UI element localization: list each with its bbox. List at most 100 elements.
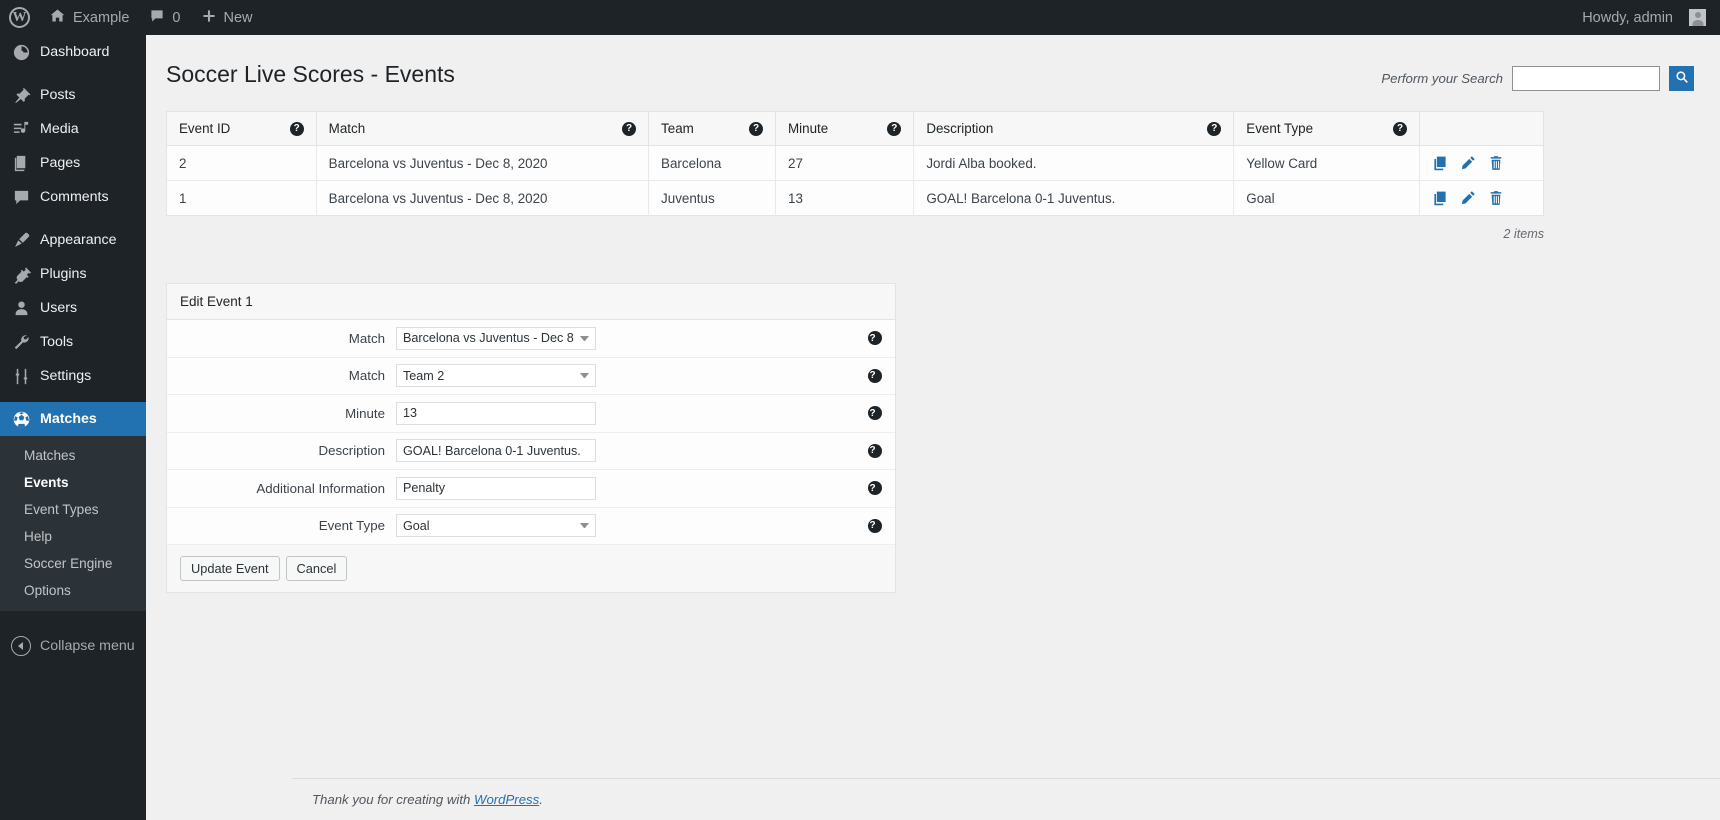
wordpress-logo-menu[interactable]: W: [0, 0, 39, 35]
collapse-menu-button[interactable]: Collapse menu: [0, 629, 146, 663]
cell-team: Juventus: [648, 180, 776, 216]
field-label: Additional Information: [256, 480, 385, 496]
form-row-event-type: Event Type Goal ?: [167, 508, 895, 545]
field-label: Description: [318, 443, 385, 459]
avatar: [1689, 9, 1706, 26]
delete-icon[interactable]: [1488, 190, 1504, 206]
footer-thankyou: Thank you for creating with WordPress.: [312, 792, 543, 807]
edit-icon[interactable]: [1460, 190, 1476, 206]
sidebar-item-plugins[interactable]: Plugins: [0, 257, 146, 291]
new-content-menu[interactable]: New: [191, 0, 263, 35]
table-header-row: Event ID ? Match ? Team ? Minute ? Descr…: [166, 111, 1544, 146]
submenu-item-options[interactable]: Options: [0, 577, 146, 604]
duplicate-icon[interactable]: [1432, 190, 1448, 206]
column-event-type[interactable]: Event Type ?: [1233, 111, 1421, 146]
column-label: Match: [328, 121, 366, 136]
field-label: Minute: [345, 405, 385, 421]
select-value: Goal: [403, 518, 430, 533]
help-icon[interactable]: ?: [868, 406, 882, 421]
field-label: Match: [348, 330, 385, 346]
team-select[interactable]: Team 2: [396, 364, 596, 388]
column-description[interactable]: Description ?: [913, 111, 1235, 146]
sidebar-item-tools[interactable]: Tools: [0, 325, 146, 359]
menu-separator: [0, 214, 146, 223]
help-icon[interactable]: ?: [622, 121, 637, 136]
admin-bar: W Example 0 New Howdy, admin: [0, 0, 1720, 35]
sidebar-item-label: Comments: [40, 189, 109, 205]
cell-match: Barcelona vs Juventus - Dec 8, 2020: [316, 180, 650, 216]
new-label: New: [223, 9, 253, 26]
help-icon[interactable]: ?: [887, 121, 902, 136]
chevron-down-icon: [580, 523, 589, 529]
help-icon[interactable]: ?: [749, 121, 763, 136]
help-icon[interactable]: ?: [868, 368, 882, 383]
site-name-menu[interactable]: Example: [39, 0, 139, 35]
main-content: Soccer Live Scores - Events Perform your…: [146, 35, 1720, 820]
sidebar-item-label: Appearance: [40, 232, 117, 248]
submenu-item-help[interactable]: Help: [0, 523, 146, 550]
help-icon[interactable]: ?: [868, 481, 882, 496]
admin-footer: Thank you for creating with WordPress. V…: [292, 778, 1720, 820]
column-label: Event ID: [179, 121, 231, 136]
cell-event-type: Yellow Card: [1233, 145, 1421, 181]
dashboard-icon: [11, 42, 31, 62]
sidebar-item-matches[interactable]: Matches: [0, 402, 146, 436]
edit-icon[interactable]: [1460, 155, 1476, 171]
help-icon[interactable]: ?: [868, 443, 882, 458]
duplicate-icon[interactable]: [1432, 155, 1448, 171]
help-icon[interactable]: ?: [868, 518, 882, 533]
pin-icon: [11, 85, 31, 105]
wordpress-logo-icon: W: [9, 7, 30, 28]
additional-information-input[interactable]: [396, 476, 596, 500]
column-actions: [1419, 111, 1544, 146]
wordpress-link[interactable]: WordPress: [474, 792, 539, 807]
sidebar-item-media[interactable]: Media: [0, 112, 146, 146]
form-row-match-2: Match Team 2 ?: [167, 358, 895, 395]
search-form: Perform your Search: [1381, 57, 1694, 91]
home-icon: [49, 7, 66, 28]
sidebar-item-comments[interactable]: Comments: [0, 180, 146, 214]
sidebar-item-label: Settings: [40, 368, 92, 384]
cancel-button[interactable]: Cancel: [285, 556, 348, 581]
sliders-icon: [11, 366, 31, 386]
help-icon[interactable]: ?: [1393, 121, 1408, 136]
delete-icon[interactable]: [1488, 155, 1504, 171]
sidebar-item-users[interactable]: Users: [0, 291, 146, 325]
cell-actions: [1419, 145, 1544, 181]
submenu-item-soccer-engine[interactable]: Soccer Engine: [0, 550, 146, 577]
search-label: Perform your Search: [1381, 71, 1503, 86]
submenu-item-events[interactable]: Events: [0, 469, 146, 496]
sidebar-item-posts[interactable]: Posts: [0, 78, 146, 112]
submenu-item-event-types[interactable]: Event Types: [0, 496, 146, 523]
cell-event-id: 1: [166, 180, 317, 216]
sidebar-item-settings[interactable]: Settings: [0, 359, 146, 393]
minute-input[interactable]: [396, 401, 596, 425]
collapse-arrow-icon: [11, 636, 31, 656]
sidebar-item-pages[interactable]: Pages: [0, 146, 146, 180]
column-event-id[interactable]: Event ID ?: [166, 111, 317, 146]
match-select[interactable]: Barcelona vs Juventus - Dec 8, 20...: [396, 326, 596, 350]
my-account-menu[interactable]: Howdy, admin: [1572, 0, 1706, 35]
cell-description: GOAL! Barcelona 0-1 Juventus.: [913, 180, 1235, 216]
column-minute[interactable]: Minute ?: [775, 111, 915, 146]
form-row-description: Description ?: [167, 433, 895, 470]
update-event-button[interactable]: Update Event: [180, 556, 280, 581]
comments-bubble[interactable]: 0: [139, 0, 190, 35]
search-button[interactable]: [1669, 66, 1694, 91]
help-icon[interactable]: ?: [289, 121, 304, 136]
sidebar-item-dashboard[interactable]: Dashboard: [0, 35, 146, 69]
sidebar-item-label: Users: [40, 300, 78, 316]
help-icon[interactable]: ?: [1207, 121, 1222, 136]
search-input[interactable]: [1512, 66, 1660, 91]
column-team[interactable]: Team ?: [648, 111, 776, 146]
help-icon[interactable]: ?: [868, 331, 882, 346]
event-type-select[interactable]: Goal: [396, 514, 596, 538]
column-match[interactable]: Match ?: [316, 111, 650, 146]
description-input[interactable]: [396, 439, 596, 463]
sidebar-item-appearance[interactable]: Appearance: [0, 223, 146, 257]
edit-event-panel: Edit Event 1 Match Barcelona vs Juventus…: [166, 283, 896, 593]
submenu-item-matches[interactable]: Matches: [0, 442, 146, 469]
form-row-minute: Minute ?: [167, 395, 895, 433]
field-label: Match: [348, 368, 385, 384]
cell-minute: 27: [775, 145, 915, 181]
